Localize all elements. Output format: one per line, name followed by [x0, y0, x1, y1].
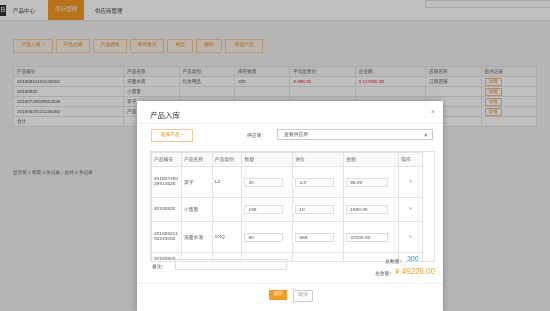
delete-row-icon[interactable]: × — [398, 197, 423, 222]
col-code: 产品编号 — [151, 152, 182, 167]
supplier-select[interactable]: 查看供应商 ▼ — [277, 129, 433, 140]
col-purchase-price: 进价 — [292, 152, 345, 167]
amount-input[interactable]: 47040.00 — [346, 232, 389, 242]
table-row: 20180821102242002 洗面水液 XXQ 80 588 47040.… — [151, 221, 423, 253]
save-button[interactable]: 保存 — [269, 290, 287, 300]
price-input[interactable]: 4.8 — [295, 177, 335, 187]
total-quantity-label: 总数量： — [385, 260, 405, 265]
col-name: 产品名称 — [180, 152, 213, 167]
total-amount-label: 总金额： — [375, 272, 395, 277]
price-input[interactable]: 10 — [295, 205, 335, 214]
col-operation: 操作 — [398, 152, 423, 167]
select-product-button[interactable]: 选择产品 + — [151, 129, 193, 142]
dialog-title: 产品入库 — [150, 111, 180, 120]
supplier-label: 供应商： — [247, 134, 267, 139]
remark-input[interactable] — [175, 259, 287, 270]
table-row: 20190726029914528 李子 LZ 20 4.8 96.00 × — [151, 166, 423, 198]
product-in-table: 产品编号 产品名称 产品类别 数量 进价 金额 操作 2019072602991… — [151, 152, 423, 261]
product-list-scroll-area[interactable]: 产品编号 产品名称 产品类别 数量 进价 金额 操作 2019072602991… — [150, 151, 435, 262]
delete-row-icon[interactable]: × — [398, 221, 423, 253]
product-in-dialog: 产品入库 × 选择产品 + 供应商： 查看供应商 ▼ 产品编号 产品名称 产品类… — [137, 101, 443, 311]
amount-input[interactable]: 1990.00 — [346, 205, 389, 214]
quantity-input[interactable]: 20 — [244, 177, 284, 187]
close-icon[interactable]: × — [431, 109, 435, 116]
col-quantity: 数量 — [241, 152, 294, 167]
divider — [137, 123, 443, 124]
caret-down-icon: ▼ — [423, 133, 428, 138]
supplier-selected-value: 查看供应商 — [284, 133, 308, 138]
col-category: 产品类别 — [211, 152, 243, 167]
cancel-button[interactable]: 取消 — [293, 290, 313, 302]
quantity-input[interactable]: 199 — [244, 205, 284, 214]
quantity-input[interactable]: 80 — [244, 232, 284, 242]
vertical-scrollbar[interactable] — [434, 152, 435, 261]
price-input[interactable]: 588 — [295, 232, 335, 242]
total-quantity-value: 300 — [407, 256, 419, 263]
table-row: 20180820 小蜜蜜 199 10 1990.00 × — [151, 197, 423, 222]
total-amount-value: ¥ 49226.00 — [395, 267, 436, 276]
divider — [137, 283, 443, 284]
delete-row-icon[interactable]: × — [398, 166, 423, 198]
remark-label: 备注： — [152, 265, 167, 270]
amount-input[interactable]: 96.00 — [346, 177, 389, 187]
col-amount: 金额 — [343, 152, 400, 167]
